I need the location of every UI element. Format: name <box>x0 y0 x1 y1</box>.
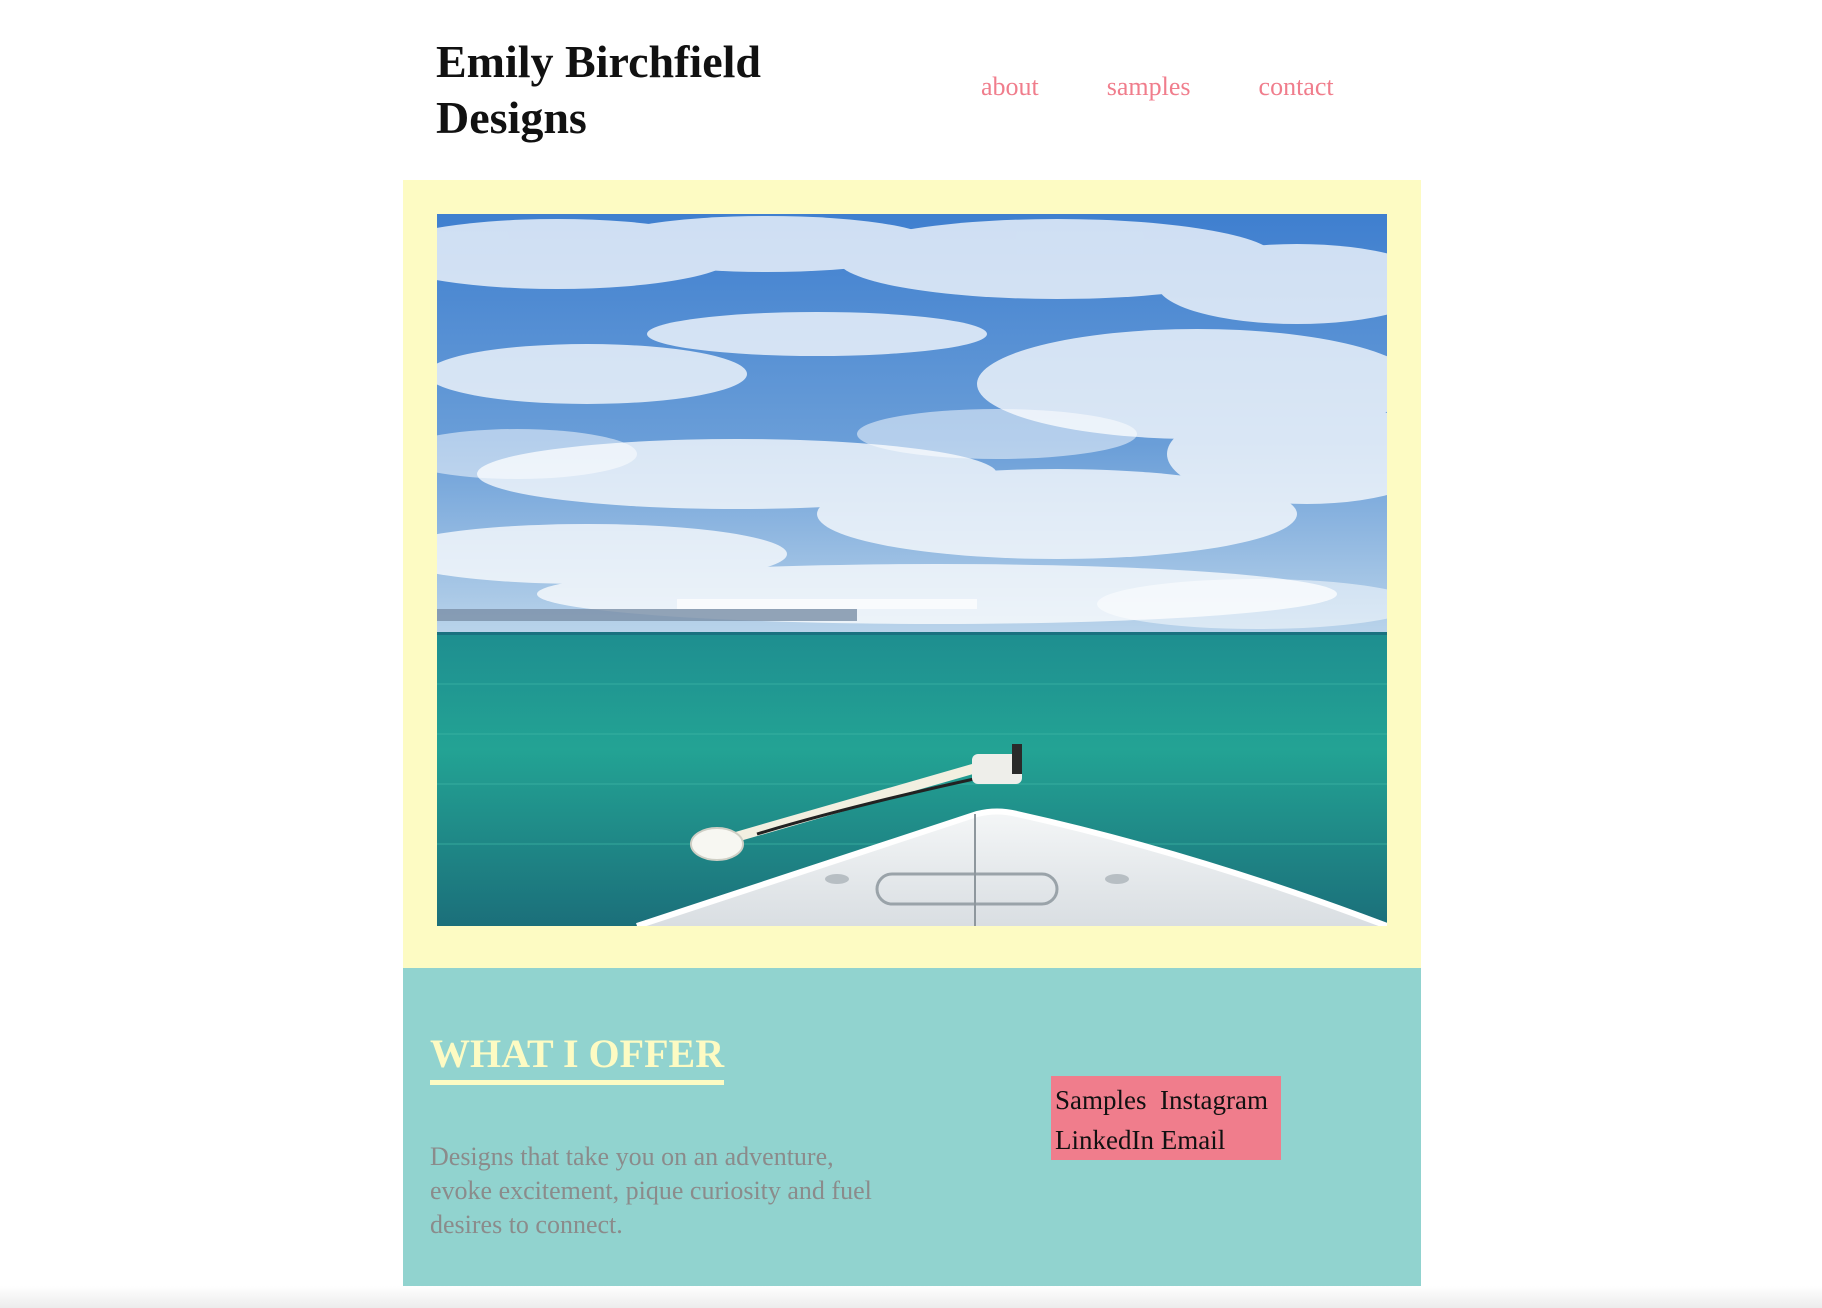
nav-samples-link[interactable]: samples <box>1107 72 1191 102</box>
nav-about-link[interactable]: about <box>981 72 1039 102</box>
linkedin-link[interactable]: LinkedIn <box>1055 1125 1154 1155</box>
offer-heading: WHAT I OFFER <box>430 1030 725 1085</box>
main-nav: about samples contact <box>981 72 1334 102</box>
hero-photo <box>437 214 1387 926</box>
email-link[interactable]: Email <box>1161 1125 1225 1155</box>
offer-section: WHAT I OFFER Designs that take you on an… <box>403 968 1421 1296</box>
ocean-boat-photo <box>437 214 1387 926</box>
site-title: Emily Birchfield Designs <box>436 36 761 143</box>
social-links-box: Samples Instagram LinkedIn Email <box>1051 1076 1281 1160</box>
samples-link[interactable]: Samples <box>1055 1085 1147 1115</box>
site-header: Emily Birchfield Designs about samples c… <box>403 0 1421 180</box>
offer-description: Designs that take you on an adventure, e… <box>430 1142 872 1239</box>
page: Emily Birchfield Designs about samples c… <box>0 0 1822 1308</box>
nav-contact-link[interactable]: contact <box>1259 72 1334 102</box>
hero-section <box>403 180 1421 968</box>
instagram-link[interactable]: Instagram <box>1160 1085 1268 1115</box>
window-bottom-edge <box>0 1286 1822 1308</box>
